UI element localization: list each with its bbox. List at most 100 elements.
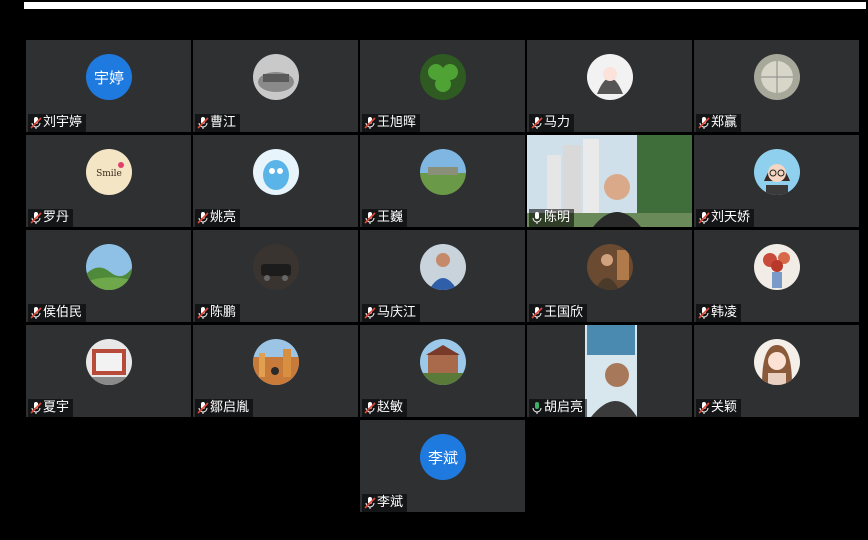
participant-name: 夏宇 bbox=[43, 400, 70, 415]
name-label: 陈明 bbox=[529, 209, 575, 227]
participant-name: 赵敏 bbox=[377, 400, 404, 415]
mic-muted-icon bbox=[197, 117, 209, 129]
participant-name: 马力 bbox=[544, 115, 571, 130]
name-label: 侯伯民 bbox=[28, 304, 87, 322]
participant-name: 胡启亮 bbox=[544, 400, 584, 415]
participant-tile[interactable]: 姚亮 bbox=[193, 135, 358, 227]
name-label: 关颖 bbox=[696, 399, 742, 417]
mic-muted-icon bbox=[531, 307, 543, 319]
avatar-photo bbox=[754, 54, 800, 100]
name-label: 鄒启胤 bbox=[195, 399, 254, 417]
mic-muted-icon bbox=[30, 307, 42, 319]
meeting-window: 宇婷 刘宇婷 曹江 王旭晖 马力 郑赢 Smile 罗丹 姚亮 王巍 陈明 刘天… bbox=[24, 0, 866, 540]
avatar-photo bbox=[253, 339, 299, 385]
mic-muted-icon bbox=[197, 212, 209, 224]
participant-name: 姚亮 bbox=[210, 210, 237, 225]
name-label: 胡启亮 bbox=[529, 399, 588, 417]
participant-name: 陈明 bbox=[544, 210, 571, 225]
avatar-initials: 李斌 bbox=[420, 434, 466, 480]
name-label: 曹江 bbox=[195, 114, 241, 132]
participant-tile[interactable]: 王巍 bbox=[360, 135, 525, 227]
participant-tile[interactable]: 王国欣 bbox=[527, 230, 692, 322]
participant-tile[interactable]: 陈明 bbox=[527, 135, 692, 227]
mic-muted-icon bbox=[30, 402, 42, 414]
avatar-photo bbox=[253, 149, 299, 195]
mic-muted-icon bbox=[197, 307, 209, 319]
avatar-photo bbox=[587, 244, 633, 290]
avatar-photo bbox=[587, 54, 633, 100]
name-label: 陈鹏 bbox=[195, 304, 241, 322]
mic-muted-icon bbox=[197, 402, 209, 414]
mic-muted-icon bbox=[698, 212, 710, 224]
name-label: 马庆江 bbox=[362, 304, 421, 322]
mic-muted-icon bbox=[364, 117, 376, 129]
participant-tile[interactable]: 宇婷 刘宇婷 bbox=[26, 40, 191, 132]
avatar-photo bbox=[253, 244, 299, 290]
participant-name: 曹江 bbox=[210, 115, 237, 130]
participant-tile-active-speaker[interactable]: 胡启亮 bbox=[527, 325, 692, 417]
participant-name: 侯伯民 bbox=[43, 305, 83, 320]
avatar-photo bbox=[420, 149, 466, 195]
participant-tile[interactable]: 郑赢 bbox=[694, 40, 859, 132]
mic-muted-icon bbox=[364, 497, 376, 509]
name-label: 王国欣 bbox=[529, 304, 588, 322]
participant-tile[interactable]: Smile 罗丹 bbox=[26, 135, 191, 227]
name-label: 赵敏 bbox=[362, 399, 408, 417]
name-label: 李斌 bbox=[362, 494, 408, 512]
name-label: 姚亮 bbox=[195, 209, 241, 227]
name-label: 刘宇婷 bbox=[28, 114, 87, 132]
mic-speaking-icon bbox=[532, 402, 542, 414]
mic-muted-icon bbox=[364, 212, 376, 224]
mic-muted-icon bbox=[30, 212, 42, 224]
participant-tile[interactable]: 侯伯民 bbox=[26, 230, 191, 322]
name-label: 郑赢 bbox=[696, 114, 742, 132]
window-top-bar bbox=[24, 2, 866, 9]
participant-name: 李斌 bbox=[377, 495, 404, 510]
name-label: 韩凌 bbox=[696, 304, 742, 322]
participant-name: 刘天娇 bbox=[711, 210, 751, 225]
participant-name: 陈鹏 bbox=[210, 305, 237, 320]
avatar-initials: 宇婷 bbox=[86, 54, 132, 100]
mic-muted-icon bbox=[364, 307, 376, 319]
participant-tile[interactable]: 陈鹏 bbox=[193, 230, 358, 322]
participant-tile[interactable]: 曹江 bbox=[193, 40, 358, 132]
avatar-photo bbox=[754, 244, 800, 290]
mic-on-icon bbox=[532, 212, 542, 224]
participant-tile[interactable]: 关颖 bbox=[694, 325, 859, 417]
participant-name: 王国欣 bbox=[544, 305, 584, 320]
name-label: 王旭晖 bbox=[362, 114, 421, 132]
name-label: 刘天娇 bbox=[696, 209, 755, 227]
participant-tile[interactable]: 马庆江 bbox=[360, 230, 525, 322]
participant-name: 罗丹 bbox=[43, 210, 70, 225]
participant-tile[interactable]: 王旭晖 bbox=[360, 40, 525, 132]
participant-name: 王旭晖 bbox=[377, 115, 417, 130]
participant-tile[interactable]: 李斌 李斌 bbox=[360, 420, 525, 512]
participant-name: 韩凌 bbox=[711, 305, 738, 320]
mic-muted-icon bbox=[531, 117, 543, 129]
mic-muted-icon bbox=[698, 307, 710, 319]
avatar-photo: Smile bbox=[86, 149, 132, 195]
name-label: 罗丹 bbox=[28, 209, 74, 227]
participant-tile[interactable]: 韩凌 bbox=[694, 230, 859, 322]
name-label: 夏宇 bbox=[28, 399, 74, 417]
participant-tile[interactable]: 赵敏 bbox=[360, 325, 525, 417]
mic-muted-icon bbox=[30, 117, 42, 129]
participant-tile[interactable]: 马力 bbox=[527, 40, 692, 132]
participant-tile[interactable]: 夏宇 bbox=[26, 325, 191, 417]
mic-muted-icon bbox=[698, 117, 710, 129]
participant-name: 刘宇婷 bbox=[43, 115, 83, 130]
avatar-photo bbox=[420, 339, 466, 385]
avatar-photo bbox=[86, 339, 132, 385]
participant-name: 郑赢 bbox=[711, 115, 738, 130]
avatar-photo bbox=[253, 54, 299, 100]
name-label: 马力 bbox=[529, 114, 575, 132]
avatar-photo bbox=[754, 149, 800, 195]
avatar-photo bbox=[86, 244, 132, 290]
participant-tile[interactable]: 刘天娇 bbox=[694, 135, 859, 227]
participant-name: 鄒启胤 bbox=[210, 400, 250, 415]
avatar-photo bbox=[420, 54, 466, 100]
mic-muted-icon bbox=[364, 402, 376, 414]
participant-tile[interactable]: 鄒启胤 bbox=[193, 325, 358, 417]
avatar-photo bbox=[420, 244, 466, 290]
name-label: 王巍 bbox=[362, 209, 408, 227]
